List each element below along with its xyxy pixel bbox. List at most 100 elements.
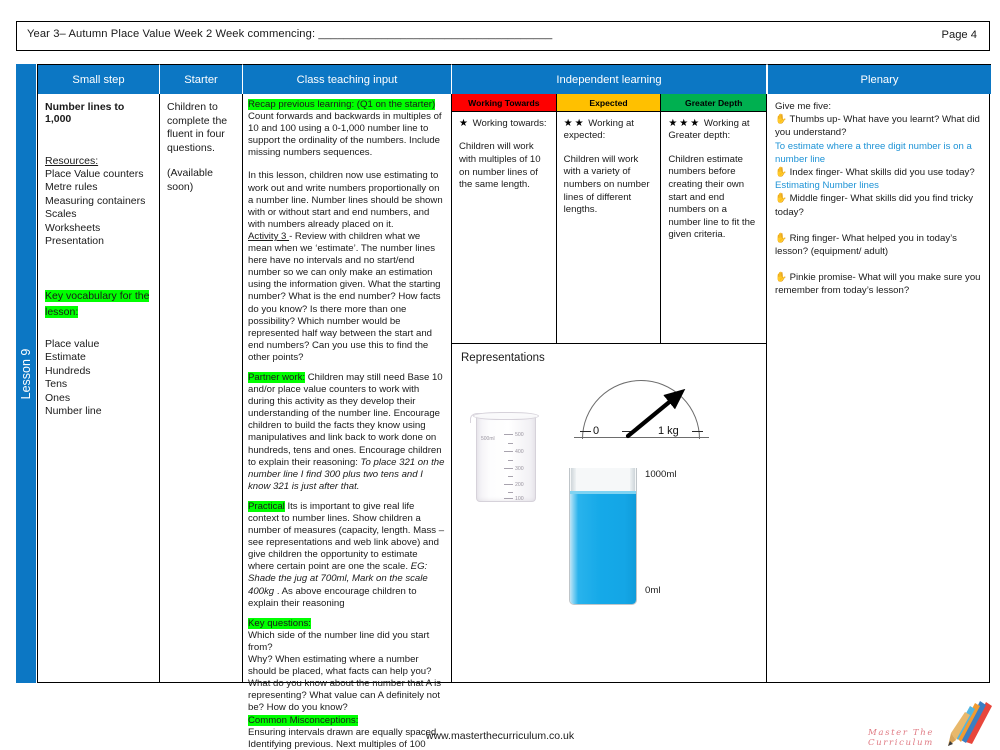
attainment-bands: Working Towards ★ Working towards: Child… xyxy=(452,94,767,344)
band-header-expected: Expected xyxy=(556,94,661,112)
recap-heading: Recap previous learning: (Q1 on the star… xyxy=(248,99,436,110)
band-header-working-towards: Working Towards xyxy=(452,94,556,112)
lesson-number-label: Lesson 9 xyxy=(19,348,33,399)
cell-plenary: Give me five: ✋ Thumbs up- What have you… xyxy=(767,94,991,682)
plenary-heading: Give me five: xyxy=(775,101,831,112)
column-header-independent-learning: Independent learning xyxy=(452,64,767,94)
practical-heading: Practical xyxy=(248,500,285,512)
key-questions-section: Key questions: Which side of the number … xyxy=(248,617,446,715)
key-questions-body-2: Why? When estimating where a number shou… xyxy=(248,654,442,714)
key-vocabulary-heading: Key vocabulary for the lesson: xyxy=(45,290,150,319)
footer-website-url: www.masterthecurriculum.co.uk xyxy=(425,730,575,742)
water-jug-icon: 1000ml 0ml xyxy=(569,463,741,613)
list-item: Estimate xyxy=(45,351,86,364)
list-item: Scales xyxy=(45,208,77,221)
plenary-prompt: Pinkie promise- What will you make sure … xyxy=(775,272,981,297)
beaker-rim xyxy=(473,412,539,420)
plenary-item-ring-finger: ✋ Ring finger- What helped you in today’… xyxy=(775,232,984,258)
page-title: Year 3– Autumn Place Value Week 2 Week c… xyxy=(27,28,553,40)
list-item: Ones xyxy=(45,391,71,404)
band-lead-working-towards: ★ Working towards: xyxy=(459,118,550,130)
list-item: Worksheets xyxy=(45,221,101,234)
starter-activity-text: Children to complete the fluent in four … xyxy=(167,101,228,154)
column-header-starter: Starter xyxy=(160,64,243,94)
beaker-tick-300: 300 xyxy=(504,466,524,472)
band-greater-depth: Greater Depth ★★★ Working at Greater dep… xyxy=(661,94,767,343)
brand-logo-text: Master The Curriculum xyxy=(868,728,935,748)
misconceptions-heading: Common Misconceptions: xyxy=(248,714,359,726)
band-description-expected: Children will work with a variety of num… xyxy=(563,153,650,216)
brand-logo: Master The Curriculum xyxy=(868,700,1000,748)
column-header-class-teaching-input: Class teaching input xyxy=(243,64,452,94)
cell-starter: Children to complete the fluent in four … xyxy=(160,94,243,682)
cell-class-teaching-input: Recap previous learning: (Q1 on the star… xyxy=(243,94,452,750)
jug-label-max: 1000ml xyxy=(645,469,677,480)
hand-icon: ✋ xyxy=(775,167,787,179)
band-lead-expected: ★★ Working at expected: xyxy=(564,118,655,143)
hand-icon: ✋ xyxy=(775,232,787,244)
small-step-title: Number lines to 1,000 xyxy=(45,101,125,125)
plenary-item-middle-finger: ✋ Middle finger- What skills did you fin… xyxy=(775,192,984,218)
beaker-spout xyxy=(470,413,482,423)
jug-glass-body xyxy=(569,468,637,605)
cell-small-step: Number lines to 1,000 Resources: Place V… xyxy=(38,94,160,682)
lesson-intro-paragraph: In this lesson, children now use estimat… xyxy=(248,170,443,230)
column-header-plenary: Plenary xyxy=(767,64,991,94)
plenary-item-thumbs-up: ✋ Thumbs up- What have you learnt? What … xyxy=(775,113,984,139)
band-header-greater-depth: Greater Depth xyxy=(661,94,767,112)
band-lead-label: Working towards: xyxy=(472,118,547,129)
partner-work-section: Partner work: Children may still need Ba… xyxy=(248,371,446,493)
column-header-small-step: Small step xyxy=(38,64,160,94)
beaker-tick-minor xyxy=(508,458,515,464)
document-header-bar: Year 3– Autumn Place Value Week 2 Week c… xyxy=(16,21,990,51)
star-icon: ★ xyxy=(459,118,470,129)
activity-section: Activity 3 - Review with children what w… xyxy=(248,231,446,364)
jug-water-surface xyxy=(570,491,636,494)
lesson-plan-table: Small step Starter Class teaching input … xyxy=(37,64,991,750)
band-expected: Expected ★★ Working at expected: Childre… xyxy=(556,94,662,343)
plenary-prompt: Ring finger- What helped you in today’s … xyxy=(775,232,957,258)
key-questions-body: Which side of the number line did you st… xyxy=(248,629,430,653)
beaker-tick-400: 400 xyxy=(504,449,524,455)
activity-body: - Review with children what we mean when… xyxy=(248,230,441,363)
key-vocabulary-heading-wrap: Key vocabulary for the lesson: xyxy=(45,288,152,320)
partner-work-heading: Partner work: xyxy=(248,371,306,383)
list-item: Metre rules xyxy=(45,181,98,194)
lesson-number-tab: Lesson 9 xyxy=(16,64,36,683)
list-item: Number line xyxy=(45,405,102,418)
hand-icon: ✋ xyxy=(775,114,787,126)
band-working-towards: Working Towards ★ Working towards: Child… xyxy=(452,94,557,343)
page-number-label: Page 4 xyxy=(941,29,977,41)
beaker-tick-500: 500 xyxy=(504,432,524,438)
recap-body: Count forwards and backwards in multiple… xyxy=(248,111,442,159)
beaker-tick-100: 100 xyxy=(504,496,524,502)
beaker-tick-200: 200 xyxy=(504,482,524,488)
band-description-greater-depth: Children estimate numbers before creatin… xyxy=(668,153,756,241)
jug-water-fill xyxy=(570,491,636,604)
beaker-capacity-label: 500ml xyxy=(481,436,495,442)
resources-label: Resources: xyxy=(45,155,99,167)
band-description-working-towards: Children will work with multiples of 10 … xyxy=(459,141,541,191)
plenary-answer-index-finger: Estimating Number lines xyxy=(775,180,879,192)
list-item: Place value xyxy=(45,338,100,351)
representations-title: Representations xyxy=(461,352,545,364)
dial-tick-max xyxy=(692,431,703,432)
beaker-tick-minor xyxy=(508,474,515,480)
list-item: Presentation xyxy=(45,235,104,248)
key-questions-heading: Key questions: xyxy=(248,617,311,629)
star-icon: ★★★ xyxy=(668,118,702,129)
hand-icon: ✋ xyxy=(775,193,787,205)
list-item: Measuring containers xyxy=(45,194,146,207)
plenary-item-pinkie-promise: ✋ Pinkie promise- What will you make sur… xyxy=(775,271,984,297)
measuring-beaker-icon: 500ml 500 400 300 200 100 xyxy=(470,406,542,504)
weighing-scale-dial-icon: 0 1 kg xyxy=(574,378,709,456)
table-header-row: Small step Starter Class teaching input … xyxy=(38,64,991,94)
star-icon: ★★ xyxy=(563,118,586,129)
partner-work-body: Children may still need Base 10 and/or p… xyxy=(248,371,443,468)
hand-icon: ✋ xyxy=(775,272,787,284)
band-lead-greater-depth: ★★★ Working at Greater depth: xyxy=(668,118,760,143)
plenary-prompt: Middle finger- What skills did you find … xyxy=(775,193,974,218)
recap-section: Recap previous learning: (Q1 on the star… xyxy=(248,99,446,159)
plenary-item-index-finger: ✋ Index finger- What skills did you use … xyxy=(775,166,984,179)
beaker-glass-body xyxy=(476,416,536,502)
